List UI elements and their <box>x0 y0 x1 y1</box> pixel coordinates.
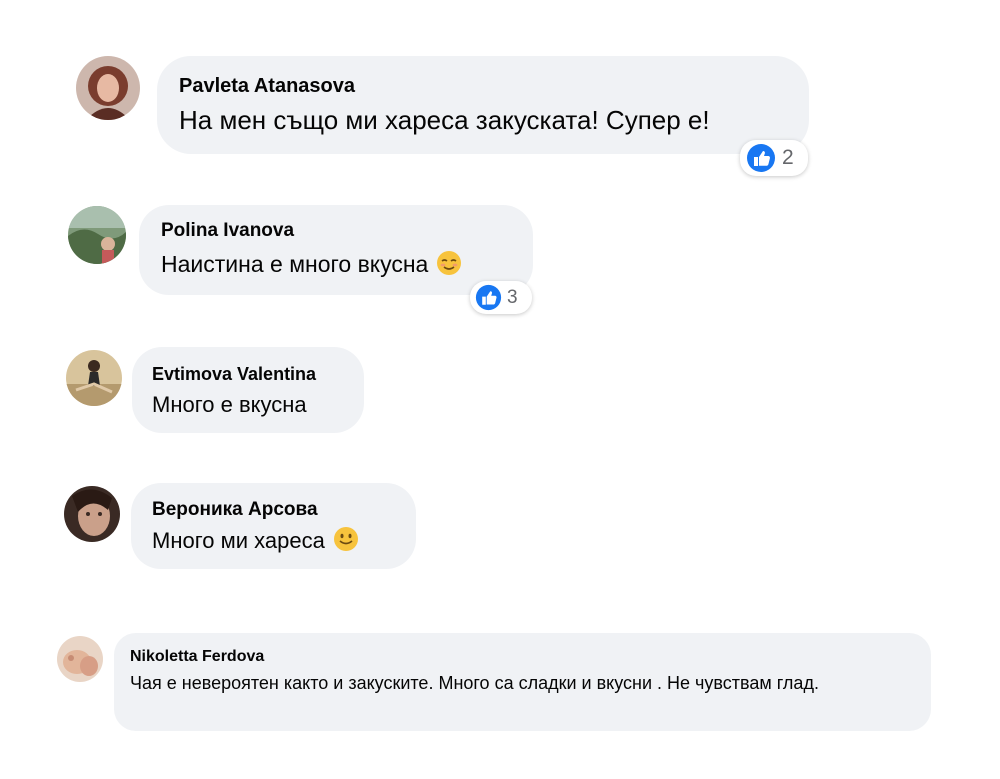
comment-author[interactable]: Nikoletta Ferdova <box>130 645 915 669</box>
reaction-count: 2 <box>782 146 794 169</box>
like-icon <box>746 143 776 173</box>
profile-photo-icon <box>57 636 103 682</box>
reaction-count: 3 <box>507 286 518 308</box>
comment-text-row: Много ми хареса <box>152 525 395 557</box>
avatar[interactable] <box>76 56 140 120</box>
comment-text-row: Наистина е много вкусна <box>161 247 511 281</box>
reaction-summary[interactable]: 2 <box>740 140 808 176</box>
comment-author[interactable]: Вероника Арсова <box>152 497 395 523</box>
comment-bubble: Pavleta Atanasova На мен също ми хареса … <box>157 56 809 154</box>
comment-author[interactable]: Polina Ivanova <box>161 217 511 245</box>
comment-text: Много ми хареса <box>152 528 325 553</box>
comment-text: Наистина е много вкусна <box>161 251 429 277</box>
comment-text: Чая е невероятен както и закуските. Мног… <box>130 673 819 693</box>
reaction-summary[interactable]: 3 <box>470 281 532 314</box>
slightly-smiling-face-emoji-icon <box>333 526 359 552</box>
comment-bubble: Nikoletta Ferdova Чая е невероятен както… <box>114 633 931 731</box>
comment-bubble: Polina Ivanova Наистина е много вкусна <box>139 205 533 295</box>
comment-text: Много е вкусна <box>152 392 307 417</box>
smiling-face-emoji-icon <box>436 250 462 276</box>
comment-author[interactable]: Pavleta Atanasova <box>179 72 787 100</box>
comment-bubble: Вероника Арсова Много ми хареса <box>131 483 416 569</box>
profile-photo-icon <box>64 486 120 542</box>
like-icon <box>475 284 502 311</box>
avatar[interactable] <box>68 206 126 264</box>
comment-author[interactable]: Evtimova Valentina <box>152 361 344 387</box>
avatar[interactable] <box>57 636 103 682</box>
avatar[interactable] <box>66 350 122 406</box>
profile-photo-icon <box>68 206 126 264</box>
avatar[interactable] <box>64 486 120 542</box>
comment-text: На мен също ми хареса закуската! Супер е… <box>179 105 710 135</box>
profile-photo-icon <box>76 56 140 120</box>
profile-photo-icon <box>66 350 122 406</box>
comment-bubble: Evtimova Valentina Много е вкусна <box>132 347 364 433</box>
